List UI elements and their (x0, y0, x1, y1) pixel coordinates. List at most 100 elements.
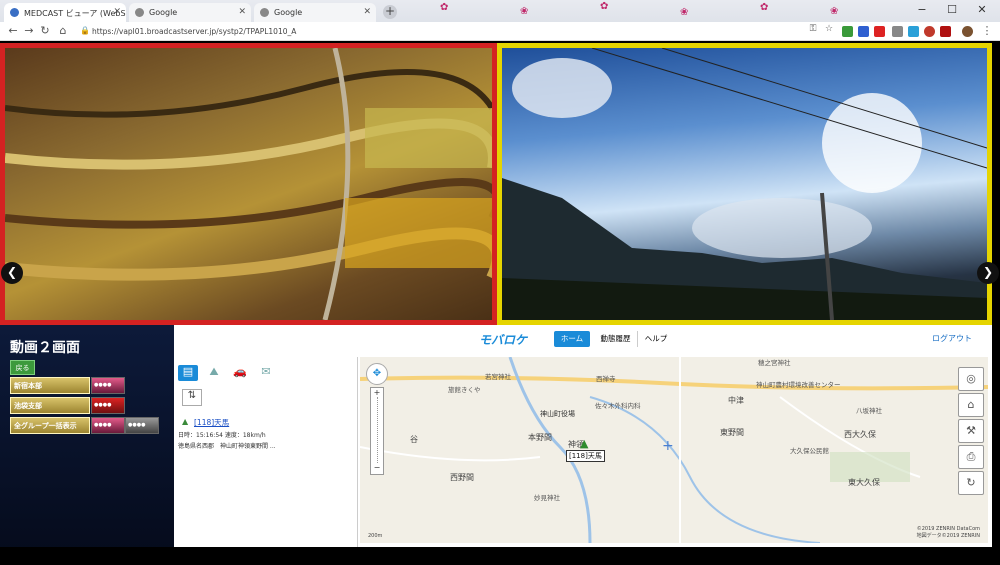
vehicle-name-link[interactable]: [118]天馬 (194, 417, 348, 428)
sort-icon[interactable]: ⇅ (182, 389, 202, 406)
close-tab-icon[interactable]: ✕ (363, 7, 371, 17)
close-window-button[interactable]: ✕ (967, 0, 997, 22)
bookmark-star-icon[interactable]: ☆ (822, 24, 836, 34)
app-logo: モバロケ (479, 333, 528, 347)
mail-icon[interactable]: ✉ (256, 365, 276, 381)
theme-decoration: ✿ (600, 1, 609, 12)
browser-tabstrip: ✿ ❀ ✿ ❀ ✿ ❀ MEDCAST ビューア (WebSocket) ✕ G… (0, 0, 1000, 22)
tab-title: Google (149, 8, 178, 17)
print-tool-icon[interactable]: ⎙ (958, 445, 984, 469)
group-video-thumb[interactable]: ●●●● (91, 397, 125, 414)
video-panel-1[interactable] (0, 43, 497, 325)
terraced-fields-image (5, 48, 492, 320)
browser-toolbar: ← → ↻ ⌂ 🔒 https://vapl01.broadcastserver… (0, 22, 1000, 41)
reload-icon[interactable]: ↻ (38, 24, 52, 37)
group-panel: 動画２画面 戻る 新宿本部 ●●●● 池袋支部 ●●●● 全グループ一括表示 ●… (0, 325, 174, 555)
browser-tab-google-1[interactable]: Google ✕ (129, 3, 251, 22)
tab-title: MEDCAST ビューア (WebSocket) (24, 9, 126, 18)
minimize-button[interactable]: − (907, 0, 937, 22)
map-scale: 200m (368, 533, 383, 539)
logout-link[interactable]: ログアウト (932, 333, 972, 344)
bottom-strip (0, 547, 1000, 565)
back-icon[interactable]: ← (6, 24, 20, 37)
group-button-all[interactable]: 全グループ一括表示 (10, 417, 90, 434)
zoom-slider[interactable]: + − (370, 387, 384, 475)
map-center-crosshair-icon: + (662, 438, 674, 454)
settings-tool-icon[interactable]: ⚒ (958, 419, 984, 443)
close-tab-icon[interactable]: ✕ (238, 7, 246, 17)
zoom-in-icon[interactable]: + (371, 388, 383, 397)
map-label: 西野間 (450, 473, 474, 482)
tab-home[interactable]: ホーム (554, 331, 590, 347)
map-label: 谷 (410, 435, 418, 444)
tab-favicon-icon (10, 8, 19, 17)
maximize-button[interactable]: ☐ (937, 0, 967, 22)
map-poi: 若宮神社 (485, 373, 511, 381)
vehicle-address: 徳島県名西郡 神山町神領東野間 ... (178, 443, 276, 450)
map-label: 東大久保 (848, 478, 880, 487)
key-icon[interactable]: ⚿ (806, 24, 820, 34)
menu-kebab-icon[interactable]: ⋮ (980, 24, 994, 37)
landscape-icon[interactable]: ⛰ (204, 365, 224, 381)
page-title: 動画２画面 (10, 340, 80, 356)
vehicle-map-label[interactable]: [118]天馬 (566, 450, 605, 462)
theme-decoration: ✿ (440, 2, 449, 13)
browser-tab-google-2[interactable]: Google ✕ (254, 3, 376, 22)
home-icon[interactable]: ⌂ (56, 24, 70, 37)
tracking-app: モバロケ ホーム 動態履歴 ヘルプ ログアウト ▤ ⛰ 🚗 ✉ ⇅ ▲ [118… (174, 325, 992, 547)
map-view[interactable]: ✥ + − 神山町役場 本野間 西野間 神領 東野間 中津 西大久保 東大久保 … (360, 357, 988, 543)
map-poi: 佐々木外科内科 (595, 402, 641, 410)
extension-icon[interactable] (940, 26, 951, 37)
group-video-thumb[interactable]: ●●●● (91, 377, 125, 394)
zoom-track[interactable] (376, 397, 378, 463)
tab-history[interactable]: 動態履歴 (594, 331, 638, 347)
mountain-sky-image (502, 48, 987, 320)
map-poi: 妙見神社 (534, 494, 560, 502)
vehicle-map-marker-icon[interactable]: ▲ (580, 437, 588, 450)
car-icon[interactable]: 🚗 (230, 365, 250, 381)
extension-icon[interactable] (858, 26, 869, 37)
browser-tab-medcast[interactable]: MEDCAST ビューア (WebSocket) ✕ (4, 3, 126, 22)
close-tab-icon[interactable]: ✕ (113, 7, 121, 17)
new-tab-button[interactable]: + (383, 5, 397, 19)
extension-icon[interactable] (924, 26, 935, 37)
address-bar[interactable]: 🔒 https://vapl01.broadcastserver.jp/syst… (78, 24, 798, 39)
vehicle-list-item[interactable]: ▲ [118]天馬 日時：15:16:54 速度：18km/h 徳島県名西郡 神… (178, 417, 348, 450)
theme-decoration: ❀ (830, 6, 839, 17)
group-button-ikebukuro[interactable]: 池袋支部 (10, 397, 90, 414)
map-label: 神山町役場 (540, 410, 575, 418)
profile-avatar[interactable] (962, 26, 973, 37)
group-button-shinjuku[interactable]: 新宿本部 (10, 377, 90, 394)
home-tool-icon[interactable]: ⌂ (958, 393, 984, 417)
map-poi: 神山町農村環境改善センター (756, 381, 841, 389)
extension-icon[interactable] (874, 26, 885, 37)
map-poi: 旅館きくや (448, 386, 481, 394)
back-button[interactable]: 戻る (10, 360, 35, 375)
map-label: 本野間 (528, 433, 552, 442)
extension-icon[interactable] (892, 26, 903, 37)
refresh-tool-icon[interactable]: ↻ (958, 471, 984, 495)
video-panel-2[interactable] (497, 43, 992, 325)
zoom-out-icon[interactable]: − (371, 463, 383, 472)
extension-icon[interactable] (842, 26, 853, 37)
group-video-thumb[interactable]: ●●●● (91, 417, 125, 434)
tab-title: Google (274, 8, 303, 17)
prev-video-arrow-icon[interactable]: ❮ (1, 262, 23, 284)
extension-icon[interactable] (908, 26, 919, 37)
vehicle-sidebar: ▤ ⛰ 🚗 ✉ ⇅ ▲ [118]天馬 日時：15:16:54 速度：18km/… (174, 357, 358, 547)
compass-icon[interactable]: ✥ (366, 363, 388, 385)
group-video-thumb[interactable]: ●●●● (125, 417, 159, 434)
map-poi: 西禅寺 (596, 375, 616, 383)
google-favicon-icon (260, 8, 269, 17)
layers-tool-icon[interactable]: ◎ (958, 367, 984, 391)
map-label: 西大久保 (844, 430, 876, 439)
tab-help[interactable]: ヘルプ (640, 331, 672, 347)
theme-decoration: ❀ (680, 7, 689, 18)
theme-decoration: ✿ (760, 2, 769, 13)
map-label: 中津 (728, 396, 744, 405)
list-view-icon[interactable]: ▤ (178, 365, 198, 381)
next-video-arrow-icon[interactable]: ❯ (977, 262, 999, 284)
theme-decoration: ❀ (520, 6, 529, 17)
lock-icon: 🔒 (80, 26, 90, 35)
forward-icon[interactable]: → (22, 24, 36, 37)
